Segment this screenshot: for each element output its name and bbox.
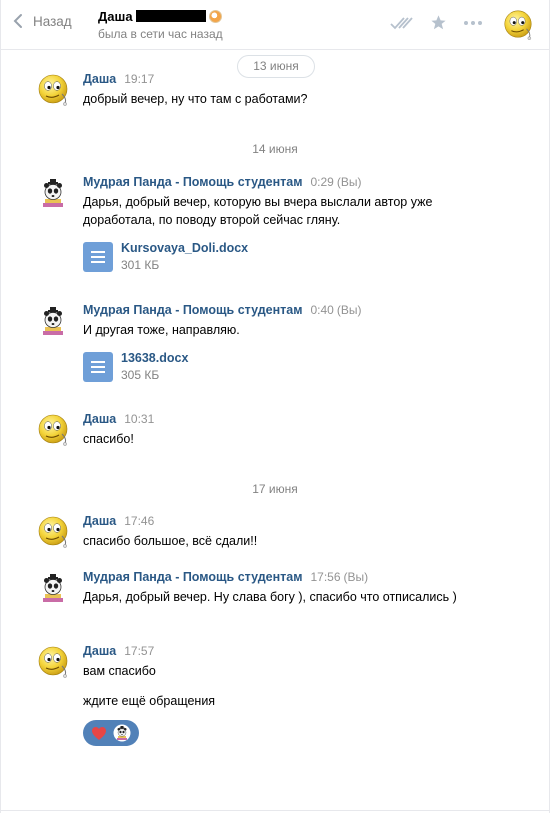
chat-title-block[interactable]: Даша была в сети час назад [98,8,223,42]
message-author[interactable]: Мудрая Панда - Помощь студентам [83,175,302,189]
message-text: Дарья, добрый вечер. Ну слава богу ), сп… [83,590,457,604]
message-text: ждите ещё обращения [83,694,216,708]
panda-icon [113,724,131,742]
back-button[interactable]: Назад [13,13,72,29]
message-text: добрый вечер, ну что там с работами? [83,92,308,106]
date-separator: 17 июня [252,482,298,496]
sender-avatar[interactable] [35,514,71,550]
reactions-button[interactable] [83,720,139,746]
message-author[interactable]: Мудрая Панда - Помощь студентам [83,570,302,584]
star-icon[interactable] [430,14,447,31]
message-time[interactable]: 17:46 [124,514,154,528]
message-text: спасибо! [83,432,134,446]
more-icon[interactable] [463,20,483,26]
document-name[interactable]: 13638.docx [121,351,188,365]
document-icon [83,351,113,382]
message-text: вам спасибо [83,664,156,678]
sender-avatar[interactable] [35,412,71,448]
own-message-mark: (Вы) [336,303,362,317]
message-author[interactable]: Даша [83,514,116,528]
message-author[interactable]: Мудрая Панда - Помощь студентам [83,303,302,317]
document-attachment[interactable]: 13638.docx 305 КБ [83,351,503,382]
sender-avatar[interactable] [35,72,71,108]
document-attachment[interactable]: Kursovaya_Doli.docx 301 КБ [83,241,503,272]
message-time[interactable]: 19:17 [124,72,154,86]
message-author[interactable]: Даша [83,72,116,86]
own-message-mark: (Вы) [343,570,369,584]
sender-avatar[interactable] [35,175,71,211]
contact-status: была в сети час назад [98,27,223,41]
sender-avatar[interactable] [35,303,71,339]
double-check-icon[interactable] [390,16,414,30]
message-text: спасибо большое, всё сдали!! [83,534,258,548]
message-time[interactable]: 0:40 [310,303,333,317]
message-text: Дарья, добрый вечер, которую вы вчера вы… [83,195,433,227]
chevron-left-icon [13,14,22,28]
message-time[interactable]: 17:56 [310,570,340,584]
chat-header: Назад Даша была в сети час назад [1,0,549,50]
document-size: 301 КБ [121,258,160,272]
redacted-surname [135,10,206,22]
document-icon [83,241,113,272]
own-message-mark: (Вы) [336,175,362,189]
date-separator: 14 июня [252,142,298,156]
message-author[interactable]: Даша [83,644,116,658]
message-time[interactable]: 17:57 [124,644,154,658]
message-text: И другая тоже, направляю. [83,323,240,337]
heart-icon [91,726,107,741]
document-size: 305 КБ [121,368,160,382]
message-time[interactable]: 0:29 [310,175,333,189]
message-time[interactable]: 10:31 [124,412,154,426]
divider [1,810,549,811]
chat-window: Назад Даша была в сети час назад 13 июня [0,0,550,813]
document-name[interactable]: Kursovaya_Doli.docx [121,241,248,255]
contact-avatar[interactable] [501,8,535,42]
sender-avatar[interactable] [35,570,71,606]
back-label: Назад [33,13,72,29]
contact-name[interactable]: Даша [98,9,133,24]
sender-avatar[interactable] [35,644,71,680]
message-author[interactable]: Даша [83,412,116,426]
emoji-icon [208,9,222,23]
